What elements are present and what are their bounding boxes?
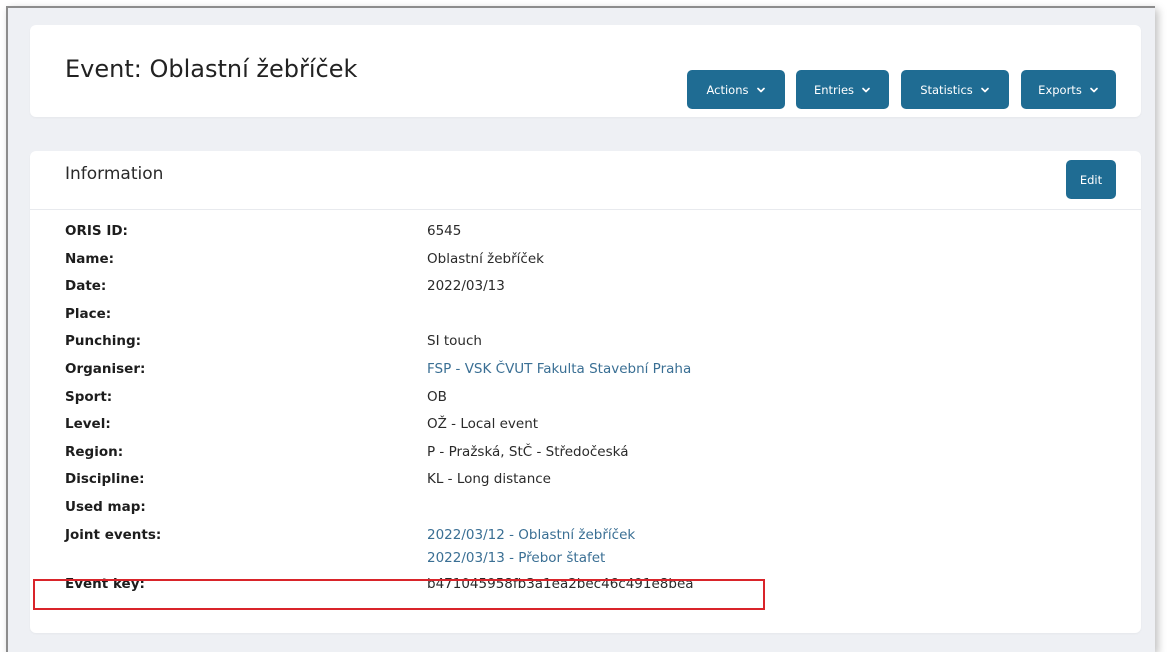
information-list: ORIS ID: 6545 Name: Oblastní žebříček Da… [65,219,1115,599]
info-label: Event key: [65,575,145,592]
actions-dropdown-button[interactable]: Actions [687,70,785,109]
info-row-joint-events: Joint events: 2022/03/12 - Oblastní žebř… [65,523,1115,572]
information-card-header: Information Edit [30,151,1141,210]
information-card: Information Edit ORIS ID: 6545 Name: Obl… [30,151,1141,633]
info-value: OŽ - Local event [427,416,539,433]
statistics-dropdown-button[interactable]: Statistics [901,70,1009,109]
info-value: KL - Long distance [427,471,551,488]
organiser-link[interactable]: FSP - VSK ČVUT Fakulta Stavební Praha [427,361,691,377]
info-label: Used map: [65,498,146,515]
statistics-button-label: Statistics [920,82,973,97]
info-label: Level: [65,416,111,433]
info-label: Sport: [65,388,113,405]
info-label: Name: [65,250,115,267]
info-label: Discipline: [65,471,145,488]
entries-dropdown-button[interactable]: Entries [796,70,889,109]
info-row-date: Date: 2022/03/13 [65,274,1115,302]
info-row-punching: Punching: SI touch [65,329,1115,357]
exports-button-label: Exports [1038,82,1082,97]
info-row-organiser: Organiser: FSP - VSK ČVUT Fakulta Staveb… [65,357,1115,385]
information-title: Information [65,164,164,184]
info-row-name: Name: Oblastní žebříček [65,247,1115,275]
info-row-sport: Sport: OB [65,385,1115,413]
info-label: Place: [65,305,112,322]
chevron-down-icon [980,85,990,95]
info-label: Date: [65,278,107,295]
info-row-place: Place: [65,302,1115,330]
info-row-discipline: Discipline: KL - Long distance [65,467,1115,495]
info-label: ORIS ID: [65,223,128,239]
info-value: 6545 [427,223,462,239]
chevron-down-icon [1089,85,1099,95]
app-window: Event: Oblastní žebříček Actions Entries… [6,6,1155,652]
info-label: Region: [65,443,124,460]
info-value: 2022/03/13 [427,278,505,295]
chevron-down-icon [756,85,766,95]
edit-button[interactable]: Edit [1066,160,1116,199]
exports-dropdown-button[interactable]: Exports [1021,70,1116,109]
info-value: Oblastní žebříček [427,250,544,267]
info-label: Joint events: [65,526,162,543]
actions-button-label: Actions [706,82,749,97]
info-row-oris-id: ORIS ID: 6545 [65,219,1115,247]
joint-event-link[interactable]: 2022/03/13 - Přebor štafet [427,550,635,573]
event-key-value: b471045958fb3a1ea2bec46c491e8bea [427,575,694,592]
info-label: Organiser: [65,360,146,377]
info-row-region: Region: P - Pražská, StČ - Středočeská [65,440,1115,468]
entries-button-label: Entries [813,82,855,97]
info-label: Punching: [65,333,142,350]
info-row-used-map: Used map: [65,495,1115,523]
info-value: P - Pražská, StČ - Středočeská [427,443,629,460]
chevron-down-icon [861,85,871,95]
joint-event-link[interactable]: 2022/03/12 - Oblastní žebříček [427,527,635,550]
info-value: OB [427,388,447,405]
info-row-level: Level: OŽ - Local event [65,412,1115,440]
event-header-card: Event: Oblastní žebříček Actions Entries… [30,25,1141,117]
page-title: Event: Oblastní žebříček [65,55,358,83]
info-value: SI touch [427,333,482,350]
info-row-event-key: Event key: b471045958fb3a1ea2bec46c491e8… [65,572,1115,600]
